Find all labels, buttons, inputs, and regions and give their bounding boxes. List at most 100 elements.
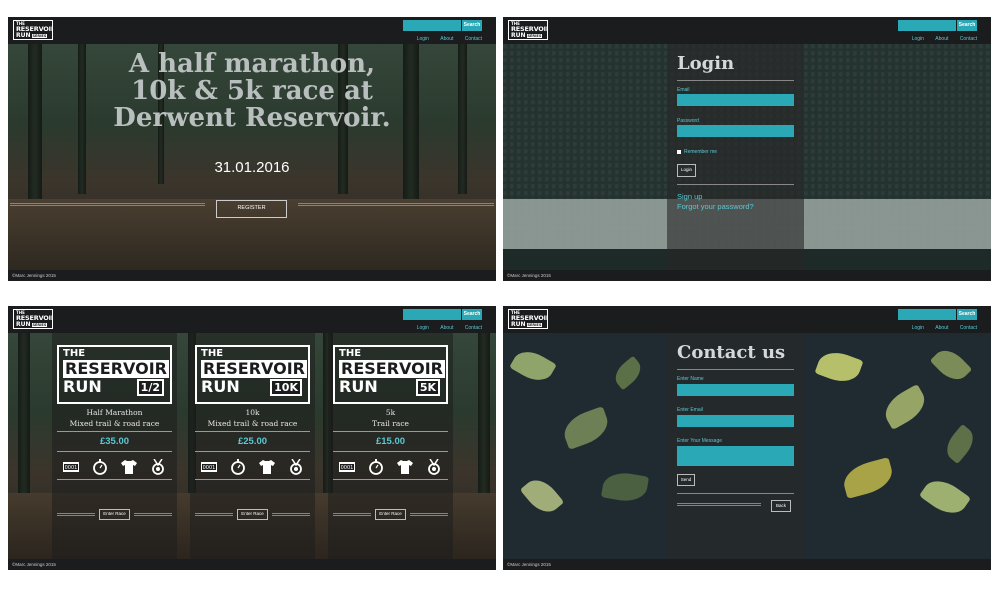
race-name: Half Marathon xyxy=(86,408,143,417)
register-button[interactable]: REGISTER xyxy=(216,200,287,218)
main-nav: Login About Contact xyxy=(407,36,482,42)
signup-link[interactable]: Sign up xyxy=(677,192,702,201)
race-price: £35.00 xyxy=(99,436,130,447)
nav-about[interactable]: About xyxy=(440,36,453,42)
race-includes-icons: 0001 xyxy=(52,458,177,475)
distance-badge: 1/2 xyxy=(136,379,164,396)
enter-race-button[interactable]: Enter Race xyxy=(375,509,406,520)
site-logo[interactable]: THE RESERVOIR RUN SERIES xyxy=(13,20,53,40)
email-label: Email xyxy=(677,87,690,93)
site-header: THE RESERVOIR RUN SERIES Search Login Abo… xyxy=(503,306,991,333)
svg-text:0001: 0001 xyxy=(341,465,354,471)
races-page-screen: THE RESERVOIR RUN SERIES Search Login Abo… xyxy=(8,306,496,570)
divider-right xyxy=(298,203,494,206)
race-includes-icons: 0001 xyxy=(328,458,453,475)
race-includes-icons: 0001 xyxy=(190,458,315,475)
search-input[interactable] xyxy=(403,20,461,31)
distance-badge: 10K xyxy=(270,379,302,396)
nav-about[interactable]: About xyxy=(440,325,453,331)
password-field[interactable] xyxy=(677,125,794,137)
svg-text:0001: 0001 xyxy=(203,465,216,471)
search-input[interactable] xyxy=(403,309,461,320)
search-button[interactable]: Search xyxy=(462,309,482,320)
race-name: 5k xyxy=(385,408,396,417)
page-title: Login xyxy=(677,53,735,74)
site-header: THE RESERVOIR RUN SERIES Search Login Abo… xyxy=(8,17,496,44)
search-button[interactable]: Search xyxy=(462,20,482,31)
race-type: Trail race xyxy=(372,419,409,428)
race-price: £25.00 xyxy=(237,436,268,447)
contact-page-screen: THE RESERVOIR RUN SERIES Search Login Abo… xyxy=(503,306,991,570)
footer-copyright: ©Marc Jennings 2015 xyxy=(12,273,56,278)
nav-contact[interactable]: Contact xyxy=(465,36,482,42)
contact-form: Contact us Enter Name Enter Email Enter … xyxy=(667,333,804,559)
name-label: Enter Name xyxy=(677,376,704,382)
nav-login[interactable]: Login xyxy=(417,36,429,42)
page-title: Contact us xyxy=(677,342,786,363)
site-logo[interactable]: THE RESERVOIR RUN SERIES xyxy=(13,309,53,329)
nav-contact[interactable]: Contact xyxy=(960,325,977,331)
nav-login[interactable]: Login xyxy=(912,36,924,42)
main-nav: Login About Contact xyxy=(902,325,977,331)
main-nav: Login About Contact xyxy=(902,36,977,42)
stopwatch-icon xyxy=(367,459,385,475)
footer-copyright: ©Marc Jennings 2015 xyxy=(507,273,551,278)
email-field[interactable] xyxy=(677,415,794,427)
email-label: Enter Email xyxy=(677,407,703,413)
hero-title: A half marathon, 10k & 5k race at Derwen… xyxy=(113,49,391,133)
race-card-10k: THE RESERVOIR RUN 10K 10k Mixed trail & … xyxy=(190,333,315,559)
nav-login[interactable]: Login xyxy=(417,325,429,331)
email-field[interactable] xyxy=(677,94,794,106)
enter-race-button[interactable]: Enter Race xyxy=(237,509,268,520)
race-type: Mixed trail & road race xyxy=(207,419,298,428)
password-label: Password xyxy=(677,118,699,124)
forgot-password-link[interactable]: Forgot your password? xyxy=(677,202,754,211)
nav-about[interactable]: About xyxy=(935,36,948,42)
race-card-half-marathon: THE RESERVOIR RUN 1/2 Half Marathon Mixe… xyxy=(52,333,177,559)
search-button[interactable]: Search xyxy=(957,20,977,31)
race-date: 31.01.2016 xyxy=(214,159,290,176)
tshirt-icon xyxy=(396,459,414,475)
medal-icon xyxy=(425,458,443,475)
race-logo: THE RESERVOIR RUN 5K xyxy=(333,345,448,404)
login-form: Login Email Password Remember me Login S… xyxy=(667,44,804,270)
nav-contact[interactable]: Contact xyxy=(465,325,482,331)
race-name: 10k xyxy=(245,408,260,417)
site-logo[interactable]: THE RESERVOIR RUN SERIES xyxy=(508,20,548,40)
search-button[interactable]: Search xyxy=(957,309,977,320)
remember-me-checkbox[interactable] xyxy=(677,150,681,154)
medal-icon xyxy=(287,458,305,475)
divider-left xyxy=(677,503,761,506)
medal-icon xyxy=(149,458,167,475)
back-button[interactable]: Back xyxy=(771,500,791,512)
enter-race-button[interactable]: Enter Race xyxy=(99,509,130,520)
footer-copyright: ©Marc Jennings 2015 xyxy=(12,562,56,567)
nav-login[interactable]: Login xyxy=(912,325,924,331)
nav-about[interactable]: About xyxy=(935,325,948,331)
svg-text:0001: 0001 xyxy=(65,465,78,471)
login-button[interactable]: Login xyxy=(677,164,696,177)
message-textarea[interactable] xyxy=(677,446,794,466)
site-header: THE RESERVOIR RUN SERIES Search Login Abo… xyxy=(8,306,496,333)
distance-badge: 5K xyxy=(415,379,440,396)
tshirt-icon xyxy=(120,459,138,475)
race-logo: THE RESERVOIR RUN 10K xyxy=(195,345,310,404)
divider-left xyxy=(10,203,205,206)
login-page-screen: THE RESERVOIR RUN SERIES Search Login Abo… xyxy=(503,17,991,281)
remember-me-label: Remember me xyxy=(684,149,718,155)
message-label: Enter Your Message xyxy=(677,438,723,444)
name-field[interactable] xyxy=(677,384,794,396)
search-input[interactable] xyxy=(898,309,956,320)
race-price: £15.00 xyxy=(375,436,406,447)
site-header: THE RESERVOIR RUN SERIES Search Login Abo… xyxy=(503,17,991,44)
footer-copyright: ©Marc Jennings 2015 xyxy=(507,562,551,567)
race-logo: THE RESERVOIR RUN 1/2 xyxy=(57,345,172,404)
race-bib-icon: 0001 xyxy=(338,459,356,475)
nav-contact[interactable]: Contact xyxy=(960,36,977,42)
search-input[interactable] xyxy=(898,20,956,31)
tshirt-icon xyxy=(258,459,276,475)
site-logo[interactable]: THE RESERVOIR RUN SERIES xyxy=(508,309,548,329)
send-button[interactable]: Send xyxy=(677,474,695,486)
race-bib-icon: 0001 xyxy=(62,459,80,475)
race-card-5k: THE RESERVOIR RUN 5K 5k Trail race £15.0… xyxy=(328,333,453,559)
